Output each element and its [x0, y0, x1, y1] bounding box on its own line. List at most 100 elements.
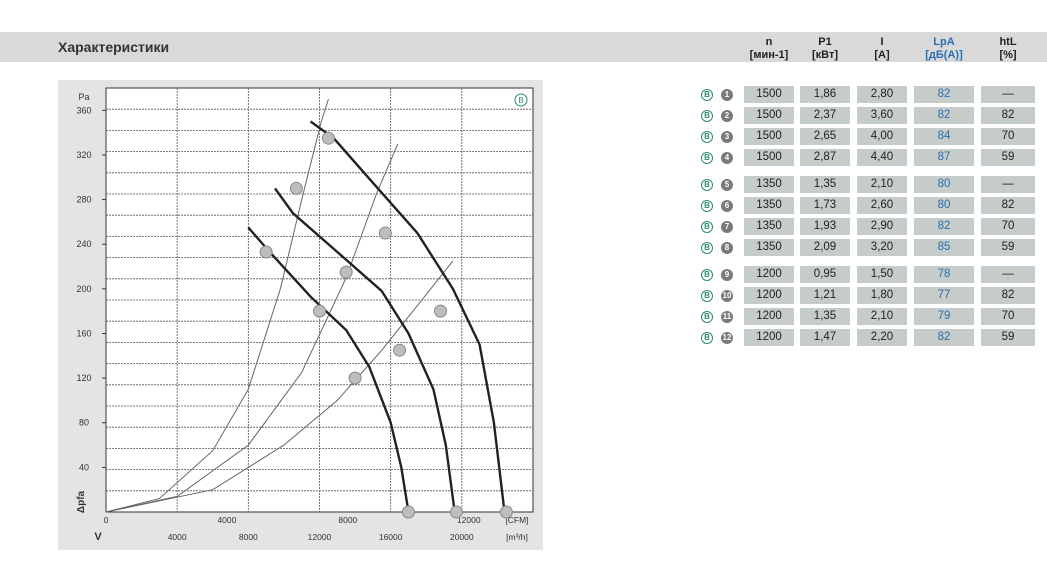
cell-p1: 1,73	[800, 197, 850, 214]
y-axis-label: Δpfa	[76, 490, 87, 513]
curve-badge-icon: B	[701, 110, 713, 122]
cell-p1: 2,87	[800, 149, 850, 166]
cell-lpa: 82	[914, 107, 974, 124]
x-m3h-tick-label: 4000	[168, 532, 187, 542]
curve-badge-icon: B	[701, 221, 713, 233]
cell-i: 1,50	[857, 266, 907, 283]
cell-p1: 1,93	[800, 218, 850, 235]
cell-lpa: 85	[914, 239, 974, 256]
column-label: P1	[818, 36, 832, 48]
cell-i: 2,20	[857, 329, 907, 346]
row-number-badge: 12	[721, 332, 733, 344]
operating-point-marker	[433, 304, 447, 318]
y-tick-label: 120	[76, 373, 91, 383]
cell-p1: 2,37	[800, 107, 850, 124]
curve-badge-icon: B	[701, 290, 713, 302]
column-header-h: htL [%]	[981, 36, 1035, 62]
column-header-p1: P1 [кВт]	[800, 36, 850, 62]
curve-badge-icon: B	[701, 311, 713, 323]
row-number-badge: 10	[721, 290, 733, 302]
cell-i: 2,10	[857, 176, 907, 193]
cell-i: 2,80	[857, 86, 907, 103]
operating-point-marker	[449, 505, 463, 519]
x-axis-label: V	[94, 531, 102, 543]
cell-i: 2,10	[857, 308, 907, 325]
row-number-badge: 9	[721, 269, 733, 281]
x-cfm-tick-label: 0	[104, 515, 109, 525]
column-unit: [%]	[999, 49, 1017, 61]
row-number-badge: 5	[721, 179, 733, 191]
cell-lpa: 78	[914, 266, 974, 283]
operating-point-marker	[499, 505, 513, 519]
cell-i: 1,80	[857, 287, 907, 304]
cell-i: 2,90	[857, 218, 907, 235]
x-m3h-tick-label: 20000	[450, 532, 474, 542]
cell-p1: 2,65	[800, 128, 850, 145]
column-label: I	[880, 36, 884, 48]
column-unit: [дБ(A)]	[925, 49, 963, 61]
curve-badge-icon: B	[701, 179, 713, 191]
cell-i: 4,40	[857, 149, 907, 166]
cell-h: 59	[981, 149, 1035, 166]
cell-n: 1200	[744, 287, 794, 304]
curve-badge-icon: B	[701, 89, 713, 101]
cell-n: 1350	[744, 197, 794, 214]
cell-n: 1200	[744, 329, 794, 346]
cell-h: —	[981, 176, 1035, 193]
row-number-badge: 11	[721, 311, 733, 323]
operating-point-marker	[339, 265, 353, 279]
fan-performance-chart: 40 80 120 160 200 240 280 320 360 Pa 0 4000 8000 1200…	[58, 80, 543, 550]
chart-badge-letter: B	[518, 96, 523, 105]
cell-n: 1350	[744, 218, 794, 235]
x-cfm-tick-label: 8000	[338, 515, 357, 525]
cell-h: 70	[981, 128, 1035, 145]
column-header-n: n [мин-1]	[744, 36, 794, 62]
cell-lpa: 82	[914, 218, 974, 235]
cell-i: 3,60	[857, 107, 907, 124]
curve-badge-icon: B	[701, 269, 713, 281]
y-tick-label: 40	[79, 462, 89, 472]
y-tick-label: 320	[76, 150, 91, 160]
cell-lpa: 80	[914, 176, 974, 193]
cell-h: —	[981, 266, 1035, 283]
cell-n: 1350	[744, 239, 794, 256]
cell-n: 1200	[744, 266, 794, 283]
operating-point-marker	[378, 226, 392, 240]
cell-p1: 2,09	[800, 239, 850, 256]
operating-point-marker	[289, 181, 303, 195]
row-number-badge: 1	[721, 89, 733, 101]
cell-n: 1500	[744, 107, 794, 124]
cell-p1: 1,47	[800, 329, 850, 346]
column-header-i: I [A]	[857, 36, 907, 62]
cell-h: 82	[981, 287, 1035, 304]
cell-h: —	[981, 86, 1035, 103]
cell-n: 1500	[744, 86, 794, 103]
cell-p1: 1,35	[800, 176, 850, 193]
cell-h: 82	[981, 197, 1035, 214]
curve-badge-icon: B	[701, 332, 713, 344]
curve-badge-icon: B	[701, 131, 713, 143]
cell-p1: 1,86	[800, 86, 850, 103]
column-label: htL	[999, 36, 1017, 48]
cell-lpa: 84	[914, 128, 974, 145]
cell-lpa: 80	[914, 197, 974, 214]
y-unit-label: Pa	[78, 92, 89, 102]
cell-n: 1200	[744, 308, 794, 325]
cell-h: 59	[981, 239, 1035, 256]
column-unit: [кВт]	[811, 49, 839, 61]
operating-point-marker	[259, 245, 273, 259]
y-tick-label: 360	[76, 105, 91, 115]
y-tick-label: 280	[76, 195, 91, 205]
curve-badge-icon: B	[701, 242, 713, 254]
cell-lpa: 87	[914, 149, 974, 166]
cell-h: 82	[981, 107, 1035, 124]
row-number-badge: 3	[721, 131, 733, 143]
x-m3h-tick-label: 8000	[239, 532, 258, 542]
operating-point-marker	[393, 343, 407, 357]
cell-i: 3,20	[857, 239, 907, 256]
curve-badge-icon: B	[701, 152, 713, 164]
cell-n: 1500	[744, 128, 794, 145]
column-label: n	[765, 36, 773, 48]
cell-lpa: 79	[914, 308, 974, 325]
cell-h: 70	[981, 308, 1035, 325]
